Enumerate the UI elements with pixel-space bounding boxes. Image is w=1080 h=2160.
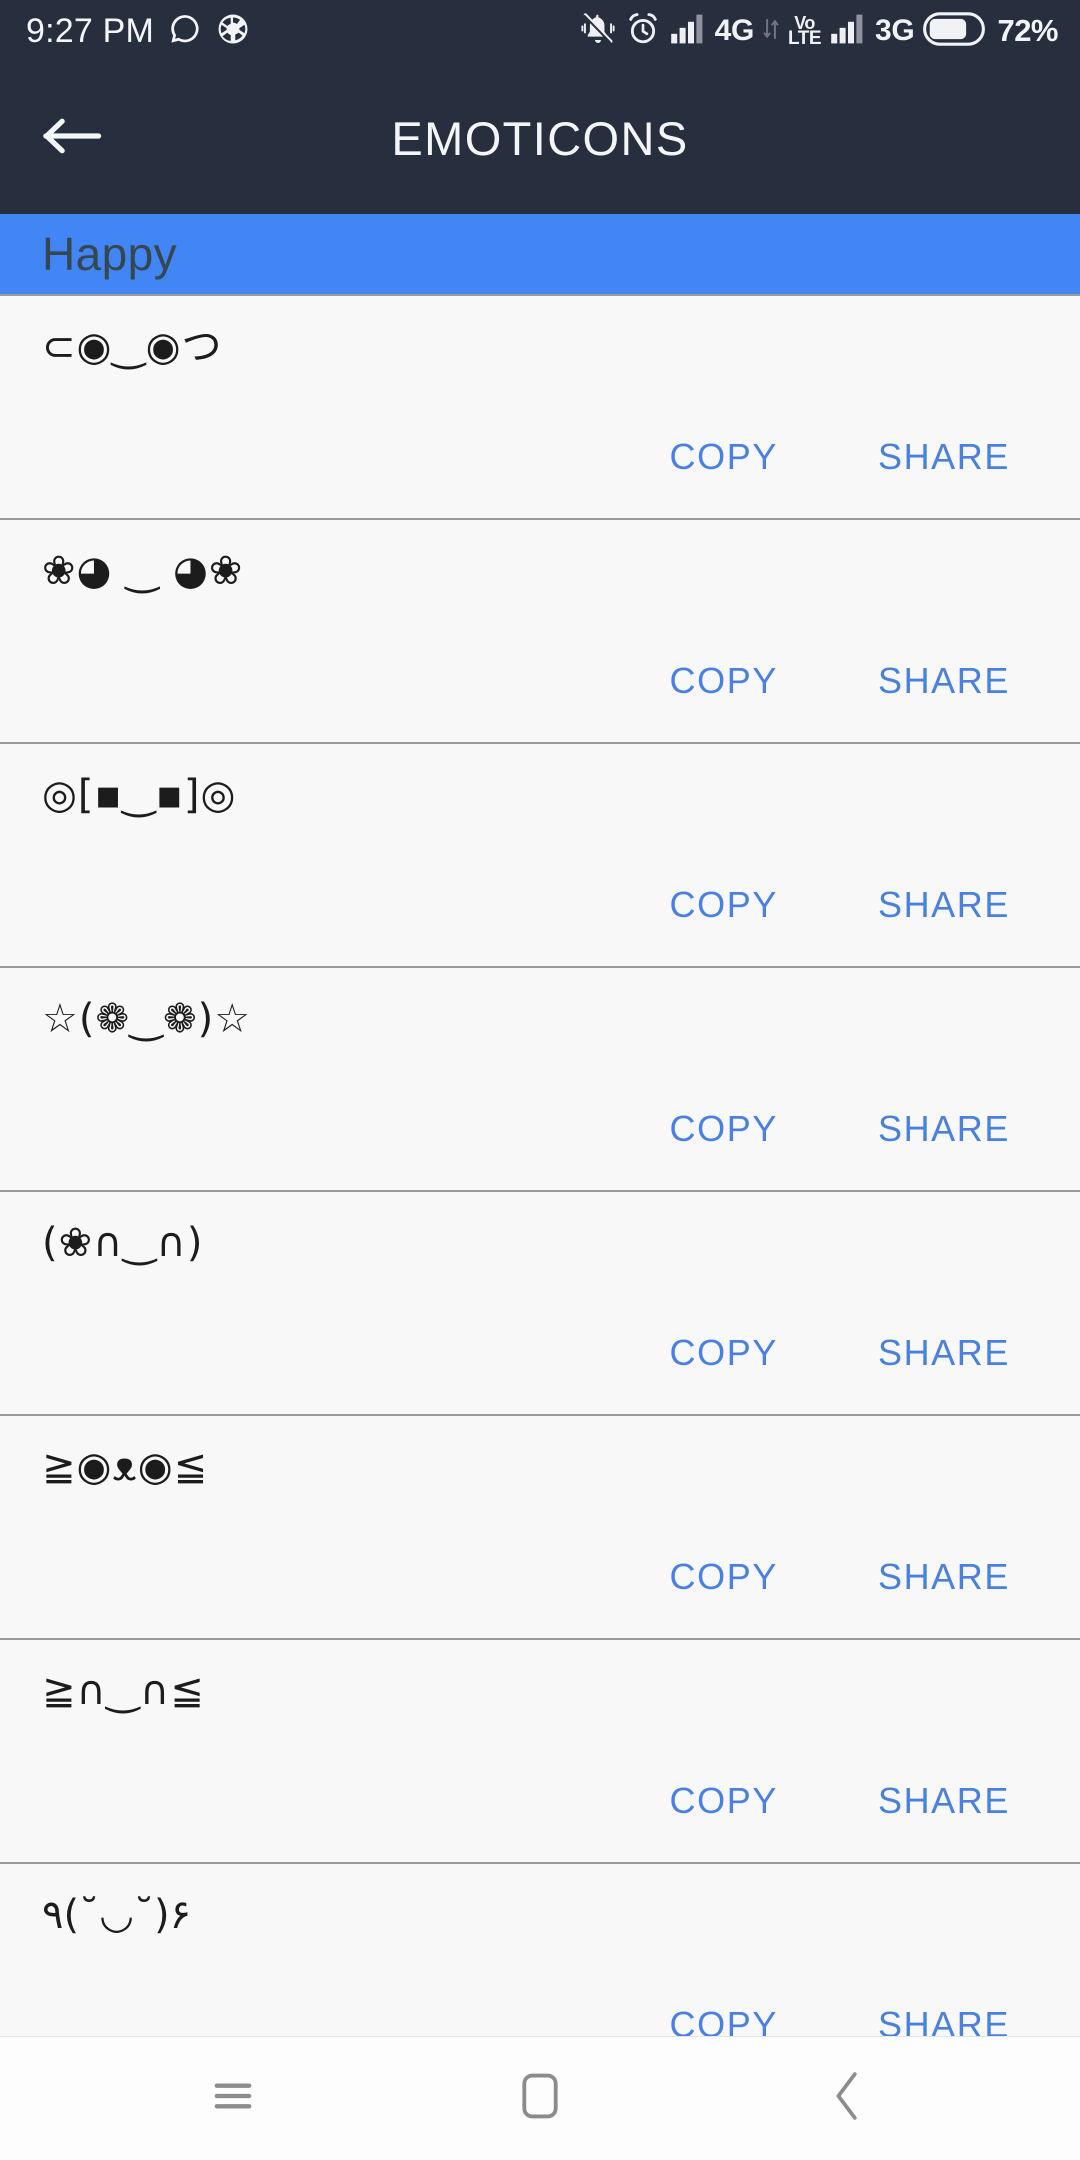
phone-screen: 9:27 PM 4G Vo LTE 3G 72% EMOTICONS Happy… [0, 0, 1080, 2160]
copy-button[interactable]: COPY [670, 884, 778, 926]
copy-button[interactable]: COPY [670, 436, 778, 478]
emoticon-text: ≧∩‿∩≦ [42, 1668, 205, 1714]
chevron-left-icon [829, 2071, 865, 2126]
volte-bottom-label: LTE [788, 27, 822, 49]
emoticon-text: ٩(˘◡˘)۶ [42, 1892, 192, 1938]
copy-button[interactable]: COPY [670, 660, 778, 702]
network-type-primary: 4G [714, 14, 755, 47]
share-button[interactable]: SHARE [878, 884, 1010, 926]
emoticon-text: ⊂◉‿◉つ [42, 324, 223, 370]
app-circle-icon [216, 12, 250, 51]
row-actions: COPY SHARE [670, 884, 1080, 926]
emoticon-text: (❀∩‿∩) [42, 1220, 204, 1266]
menu-icon [211, 2076, 255, 2121]
category-label: Happy [42, 228, 177, 280]
emoticon-list[interactable]: ⊂◉‿◉つ COPY SHARE ❀◕ ‿ ◕❀ COPY SHARE ◎[▪‿▪]◎ COP… [0, 296, 1080, 2036]
copy-button[interactable]: COPY [670, 1108, 778, 1150]
emoticon-text: ❀◕ ‿ ◕❀ [42, 548, 244, 594]
emoticon-row: (❀∩‿∩) COPY SHARE [0, 1192, 1080, 1416]
emoticon-text: ◎[▪‿▪]◎ [42, 772, 237, 818]
emoticon-text: ☆(❁‿❁)☆ [42, 996, 252, 1042]
battery-icon [923, 11, 986, 51]
alarm-icon [625, 11, 661, 52]
status-bar-right: 4G Vo LTE 3G 72% [580, 11, 1058, 52]
app-bar: EMOTICONS [0, 62, 1080, 214]
row-actions: COPY SHARE [670, 1780, 1080, 1822]
emoticon-text: ≧◉ᴥ◉≦ [42, 1444, 209, 1490]
copy-button[interactable]: COPY [670, 1332, 778, 1374]
signal-bars-2-icon [830, 13, 866, 50]
whatsapp-icon [168, 12, 202, 51]
emoticon-row: ☆(❁‿❁)☆ COPY SHARE [0, 968, 1080, 1192]
volte-icon: Vo LTE [788, 14, 822, 49]
arrow-left-icon [42, 113, 104, 164]
row-actions: COPY SHARE [670, 1332, 1080, 1374]
row-actions: COPY SHARE [670, 2004, 1080, 2036]
copy-button[interactable]: COPY [670, 1556, 778, 1598]
row-actions: COPY SHARE [670, 660, 1080, 702]
emoticon-row: ≧◉ᴥ◉≦ COPY SHARE [0, 1416, 1080, 1640]
back-button[interactable] [18, 83, 128, 193]
row-actions: COPY SHARE [670, 1108, 1080, 1150]
copy-button[interactable]: COPY [670, 2004, 778, 2036]
page-title: EMOTICONS [391, 111, 689, 165]
bell-muted-icon [580, 11, 616, 52]
copy-button[interactable]: COPY [670, 1780, 778, 1822]
row-actions: COPY SHARE [670, 1556, 1080, 1598]
share-button[interactable]: SHARE [878, 1332, 1010, 1374]
system-navigation-bar [0, 2036, 1080, 2160]
emoticon-row: ≧∩‿∩≦ COPY SHARE [0, 1640, 1080, 1864]
back-nav-button[interactable] [772, 2037, 922, 2160]
signal-bars-icon [670, 13, 706, 50]
network-type-secondary: 3G [875, 14, 915, 47]
home-square-icon [520, 2072, 560, 2125]
emoticon-row: ❀◕ ‿ ◕❀ COPY SHARE [0, 520, 1080, 744]
share-button[interactable]: SHARE [878, 1556, 1010, 1598]
share-button[interactable]: SHARE [878, 2004, 1010, 2036]
row-actions: COPY SHARE [670, 436, 1080, 478]
recents-button[interactable] [158, 2037, 308, 2160]
share-button[interactable]: SHARE [878, 1780, 1010, 1822]
share-button[interactable]: SHARE [878, 660, 1010, 702]
share-button[interactable]: SHARE [878, 1108, 1010, 1150]
status-bar: 9:27 PM 4G Vo LTE 3G 72% [0, 0, 1080, 62]
status-clock: 9:27 PM [26, 12, 155, 50]
emoticon-row: ٩(˘◡˘)۶ COPY SHARE [0, 1864, 1080, 2036]
battery-percentage: 72% [997, 13, 1058, 48]
emoticon-row: ◎[▪‿▪]◎ COPY SHARE [0, 744, 1080, 968]
status-bar-left: 9:27 PM [26, 12, 250, 51]
share-button[interactable]: SHARE [878, 436, 1010, 478]
category-header-happy: Happy [0, 214, 1080, 296]
home-button[interactable] [465, 2037, 615, 2160]
emoticon-row: ⊂◉‿◉つ COPY SHARE [0, 296, 1080, 520]
data-transfer-arrows-icon [763, 16, 779, 47]
